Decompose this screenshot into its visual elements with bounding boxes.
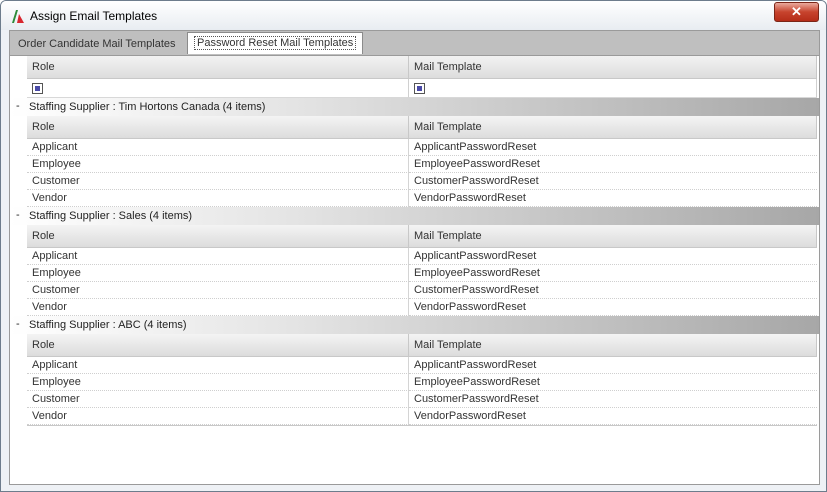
role-filter-icon[interactable] — [32, 83, 43, 94]
group-row[interactable]: - Staffing Supplier : Sales (4 items) — [10, 207, 819, 225]
grid-header-row: Role Mail Template — [10, 56, 819, 79]
table-row[interactable]: Employee EmployeePasswordReset — [10, 156, 819, 173]
groups-container: - Staffing Supplier : Tim Hortons Canada … — [10, 98, 819, 428]
collapse-toggle-icon[interactable]: - — [16, 98, 20, 114]
tab-password-reset-mail-templates[interactable]: Password Reset Mail Templates — [187, 32, 364, 54]
role-cell[interactable]: Customer — [27, 173, 409, 190]
role-cell[interactable]: Vendor — [27, 408, 409, 425]
role-cell[interactable]: Applicant — [27, 248, 409, 265]
role-cell[interactable]: Customer — [27, 391, 409, 408]
column-header-mail-template[interactable]: Mail Template — [409, 56, 817, 79]
table-row[interactable]: Employee EmployeePasswordReset — [10, 374, 819, 391]
tab-strip: Order Candidate Mail Templates Password … — [9, 30, 820, 56]
app-logo-icon — [12, 10, 24, 23]
role-cell[interactable]: Employee — [27, 156, 409, 173]
mail-filter-icon[interactable] — [414, 83, 425, 94]
role-cell[interactable]: Vendor — [27, 299, 409, 316]
window-title: Assign Email Templates — [30, 9, 158, 23]
mail-template-cell[interactable]: EmployeePasswordReset — [409, 374, 817, 391]
group-header-row: Role Mail Template — [10, 334, 819, 357]
group-header-row: Role Mail Template — [10, 116, 819, 139]
column-header-mail-template[interactable]: Mail Template — [409, 225, 817, 248]
mail-template-cell[interactable]: CustomerPasswordReset — [409, 282, 817, 299]
mail-template-cell[interactable]: CustomerPasswordReset — [409, 391, 817, 408]
column-header-role[interactable]: Role — [27, 116, 409, 139]
grid-panel: Role Mail Template - Staffing Supplier : … — [9, 55, 820, 485]
group-row[interactable]: - Staffing Supplier : ABC (4 items) — [10, 316, 819, 334]
role-cell[interactable]: Applicant — [27, 357, 409, 374]
collapse-toggle-icon[interactable]: - — [16, 316, 20, 332]
mail-filter-cell — [409, 79, 817, 98]
role-filter-cell — [27, 79, 409, 98]
mail-template-cell[interactable]: EmployeePasswordReset — [409, 156, 817, 173]
table-row[interactable]: Applicant ApplicantPasswordReset — [10, 139, 819, 156]
role-cell[interactable]: Customer — [27, 282, 409, 299]
table-row[interactable]: Applicant ApplicantPasswordReset — [10, 248, 819, 265]
group-header-row: Role Mail Template — [10, 225, 819, 248]
group-label: Staffing Supplier : Tim Hortons Canada (… — [29, 101, 266, 113]
table-row[interactable]: Customer CustomerPasswordReset — [10, 282, 819, 299]
table-row[interactable]: Applicant ApplicantPasswordReset — [10, 357, 819, 374]
collapse-toggle-icon[interactable]: - — [16, 207, 20, 223]
column-header-role[interactable]: Role — [27, 225, 409, 248]
mail-template-cell[interactable]: ApplicantPasswordReset — [409, 248, 817, 265]
group-label: Staffing Supplier : ABC (4 items) — [29, 319, 187, 331]
mail-template-cell[interactable]: CustomerPasswordReset — [409, 173, 817, 190]
tab-label: Order Candidate Mail Templates — [18, 38, 176, 50]
tab-order-candidate-mail-templates[interactable]: Order Candidate Mail Templates — [12, 34, 182, 55]
title-bar: Assign Email Templates ✕ — [1, 1, 826, 30]
column-header-role[interactable]: Role — [27, 334, 409, 357]
mail-template-cell[interactable]: ApplicantPasswordReset — [409, 139, 817, 156]
assign-email-templates-window: Assign Email Templates ✕ Order Candidate… — [0, 0, 827, 492]
tab-label: Password Reset Mail Templates — [194, 36, 357, 50]
group-row[interactable]: - Staffing Supplier : Tim Hortons Canada … — [10, 98, 819, 116]
grid-bottom-border — [27, 425, 817, 428]
column-header-mail-template[interactable]: Mail Template — [409, 116, 817, 139]
table-row[interactable]: Vendor VendorPasswordReset — [10, 190, 819, 207]
role-cell[interactable]: Employee — [27, 265, 409, 282]
table-row[interactable]: Employee EmployeePasswordReset — [10, 265, 819, 282]
mail-template-cell[interactable]: VendorPasswordReset — [409, 190, 817, 207]
table-row[interactable]: Vendor VendorPasswordReset — [10, 408, 819, 425]
mail-template-cell[interactable]: VendorPasswordReset — [409, 408, 817, 425]
table-row[interactable]: Customer CustomerPasswordReset — [10, 173, 819, 190]
filter-row — [10, 79, 819, 98]
mail-template-cell[interactable]: ApplicantPasswordReset — [409, 357, 817, 374]
table-row[interactable]: Vendor VendorPasswordReset — [10, 299, 819, 316]
role-cell[interactable]: Vendor — [27, 190, 409, 207]
column-header-role[interactable]: Role — [27, 56, 409, 79]
templates-grid: Role Mail Template - Staffing Supplier : … — [10, 56, 819, 428]
column-header-mail-template[interactable]: Mail Template — [409, 334, 817, 357]
table-row[interactable]: Customer CustomerPasswordReset — [10, 391, 819, 408]
mail-template-cell[interactable]: VendorPasswordReset — [409, 299, 817, 316]
role-cell[interactable]: Employee — [27, 374, 409, 391]
mail-template-cell[interactable]: EmployeePasswordReset — [409, 265, 817, 282]
group-label: Staffing Supplier : Sales (4 items) — [29, 210, 193, 222]
role-cell[interactable]: Applicant — [27, 139, 409, 156]
close-button[interactable]: ✕ — [774, 2, 819, 22]
